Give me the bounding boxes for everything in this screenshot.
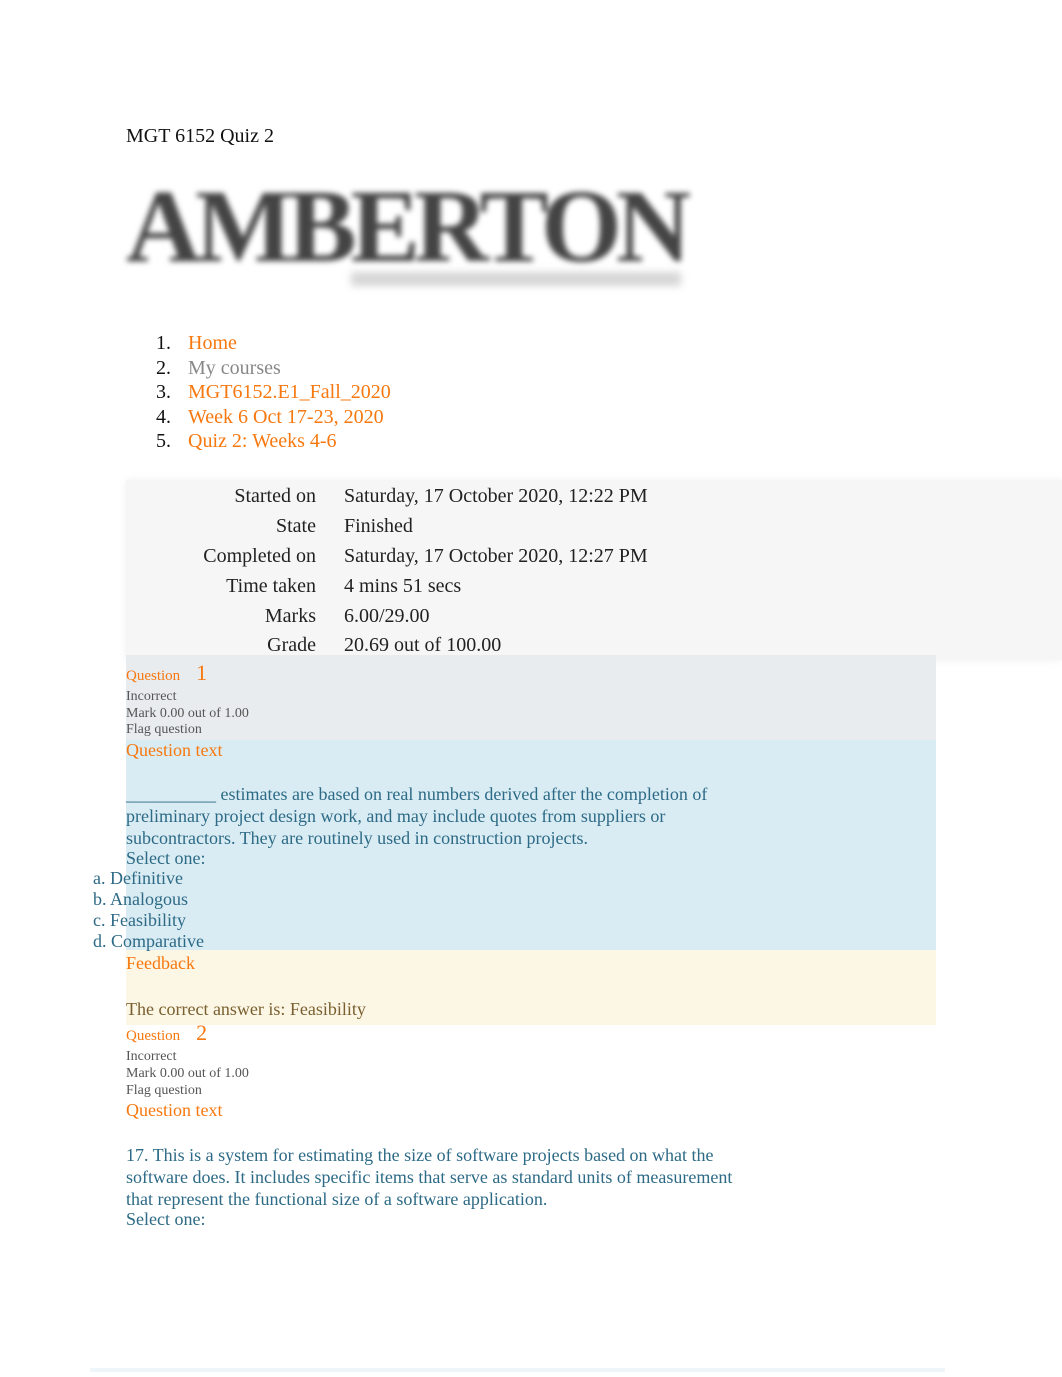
summary-value: 4 mins 51 secs — [344, 575, 462, 597]
option-c[interactable]: c. Feasibility — [93, 910, 204, 931]
attempt-summary-table: Started on Saturday, 17 October 2020, 12:… — [126, 480, 1062, 660]
summary-value: Saturday, 17 October 2020, 12:27 PM — [344, 545, 648, 567]
summary-row: Completed on Saturday, 17 October 2020, 1… — [126, 545, 1062, 575]
logo-subtitle — [351, 272, 681, 286]
feedback-heading: Feedback — [126, 953, 195, 973]
question-1-info — [126, 655, 936, 740]
question-text-heading: Question text — [126, 740, 223, 760]
summary-row: Marks 6.00/29.00 — [126, 605, 1062, 635]
flag-question-link[interactable]: Flag question — [126, 721, 202, 738]
question-1-text: __________ estimates are based on real n… — [126, 783, 707, 867]
option-a[interactable]: a. Definitive — [93, 868, 204, 889]
summary-row: State Finished — [126, 515, 1062, 545]
breadcrumb-item[interactable]: 1. Home — [156, 332, 391, 357]
breadcrumb: 1. Home 2. My courses 3. MGT6152.E1_Fall_20… — [156, 332, 391, 455]
summary-row: Time taken 4 mins 51 secs — [126, 575, 1062, 605]
option-b[interactable]: b. Analogous — [93, 889, 204, 910]
option-d[interactable]: d. Comparative — [93, 931, 204, 952]
breadcrumb-item[interactable]: 4. Week 6 Oct 17-23, 2020 — [156, 406, 391, 431]
summary-label: Time taken — [226, 575, 316, 597]
summary-value: Finished — [344, 515, 413, 537]
flag-question-link[interactable]: Flag question — [126, 1082, 202, 1099]
question-1-mark: Mark 0.00 out of 1.00 — [126, 706, 249, 721]
summary-row: Started on Saturday, 17 October 2020, 12:… — [126, 485, 1062, 515]
summary-label: State — [276, 515, 316, 537]
question-label: Question — [126, 1028, 181, 1044]
breadcrumb-course-link[interactable]: MGT6152.E1_Fall_2020 — [188, 381, 391, 406]
select-one-label: Select one: — [126, 848, 206, 868]
breadcrumb-home-link[interactable]: Home — [188, 332, 237, 357]
breadcrumb-quiz-link[interactable]: Quiz 2: Weeks 4-6 — [188, 430, 337, 455]
breadcrumb-item: 2. My courses — [156, 357, 391, 382]
question-2-heading: Question 2 — [126, 1020, 207, 1046]
summary-value: Saturday, 17 October 2020, 12:22 PM — [344, 485, 648, 507]
breadcrumb-my-courses: My courses — [188, 356, 281, 379]
document-title: MGT 6152 Quiz 2 — [126, 125, 274, 147]
summary-value: 6.00/29.00 — [344, 605, 430, 627]
question-1-status: Incorrect — [126, 689, 177, 704]
question-1-heading: Question 1 — [126, 660, 207, 686]
item-number: 3. — [156, 381, 171, 403]
breadcrumb-item[interactable]: 3. MGT6152.E1_Fall_2020 — [156, 381, 391, 406]
question-label: Question — [126, 668, 181, 684]
item-number: 1. — [156, 332, 171, 354]
breadcrumb-item[interactable]: 5. Quiz 2: Weeks 4-6 — [156, 430, 391, 455]
question-2-text: 17. This is a system for estimating the … — [126, 1144, 732, 1228]
summary-label: Completed on — [203, 545, 316, 567]
question-number: 1 — [196, 660, 208, 685]
summary-label: Grade — [267, 634, 316, 656]
question-line: preliminary project design work, and may… — [126, 806, 666, 826]
question-2-mark: Mark 0.00 out of 1.00 — [126, 1066, 249, 1081]
summary-label: Marks — [264, 605, 316, 627]
correct-answer-text: The correct answer is: Feasibility — [126, 999, 366, 1019]
question-number: 2 — [196, 1020, 208, 1045]
question-line: subcontractors. They are routinely used … — [126, 828, 589, 848]
question-2-status: Incorrect — [126, 1049, 177, 1064]
question-line: __________ estimates are based on real n… — [126, 784, 708, 804]
item-number: 4. — [156, 405, 171, 428]
breadcrumb-week-link[interactable]: Week 6 Oct 17-23, 2020 — [188, 406, 384, 431]
summary-label: Started on — [234, 485, 316, 507]
question-line: that represent the functional size of a … — [126, 1189, 548, 1209]
item-number: 5. — [156, 430, 171, 452]
item-number: 2. — [156, 356, 171, 379]
question-line: 17. This is a system for estimating the … — [126, 1145, 714, 1165]
page-bottom-divider — [90, 1368, 945, 1372]
summary-value: 20.69 out of 100.00 — [344, 634, 502, 656]
select-one-label: Select one: — [126, 1209, 206, 1229]
logo-wordmark: AMBERTON — [126, 169, 691, 284]
question-line: software does. It includes specific item… — [126, 1167, 733, 1187]
question-text-heading: Question text — [126, 1100, 223, 1120]
amberton-logo: AMBERTON — [126, 169, 691, 302]
question-1-options: a. Definitive b. Analogous c. Feasibilit… — [93, 868, 204, 952]
